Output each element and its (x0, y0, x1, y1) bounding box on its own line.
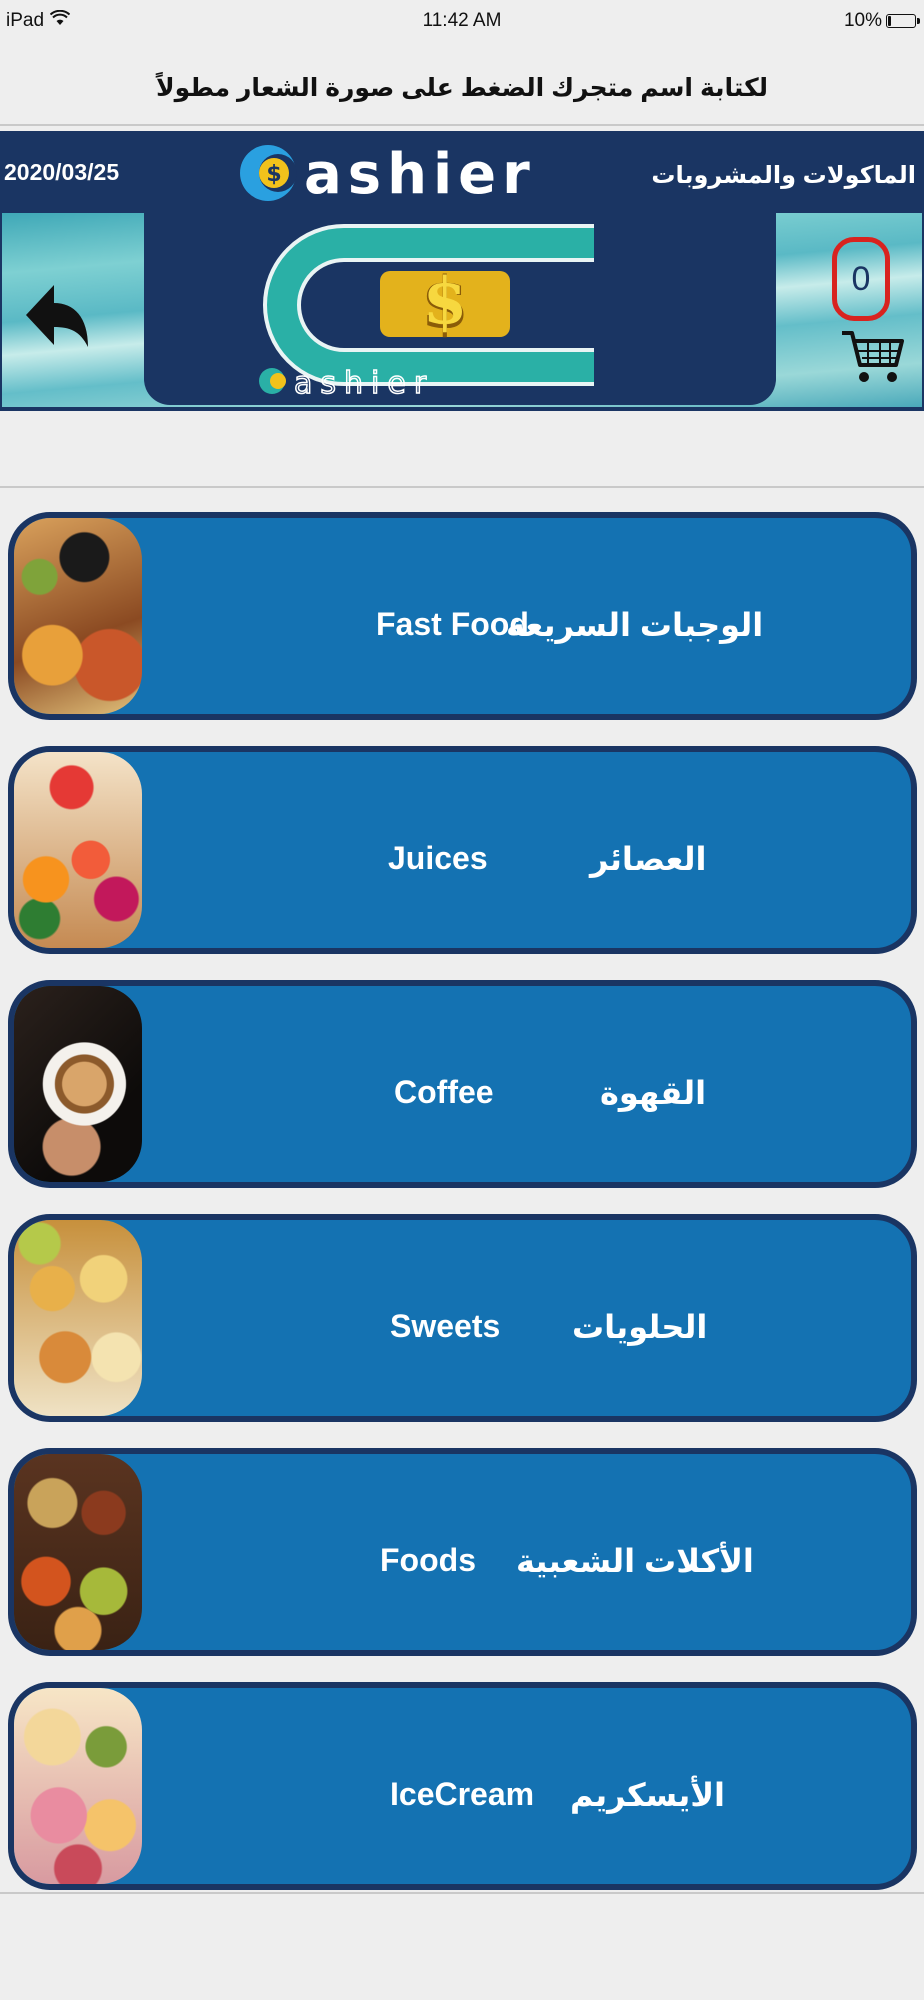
coffee-photo (14, 986, 142, 1182)
icecream-photo (14, 1688, 142, 1884)
cart-count-badge: 0 (832, 237, 890, 321)
header-bar: 2020/03/25 $ ashier الماكولات والمشروبات (0, 131, 924, 213)
battery-percent: 10% (843, 10, 882, 31)
clock: 11:42 AM (422, 10, 502, 31)
store-logo[interactable]: $ $ ashier (144, 213, 776, 405)
section-title: الماكولات والمشروبات (651, 162, 916, 189)
divider (0, 1892, 924, 1894)
category-fast-food[interactable]: Fast Food الوجبات السريعة (8, 512, 917, 720)
logo-text: ashier (304, 143, 536, 203)
foods-photo (14, 1454, 142, 1650)
category-label-ar: الحلويات (572, 1309, 708, 1345)
category-label-en: Coffee (394, 1074, 494, 1110)
cart-button[interactable]: 0 (830, 223, 904, 403)
svg-text:$: $ (266, 162, 281, 187)
date-label: 2020/03/25 (4, 159, 120, 185)
category-foods[interactable]: Foods الأكلات الشعبية (8, 1448, 917, 1656)
category-label-en: Sweets (390, 1308, 501, 1344)
category-label-en: Juices (388, 840, 488, 876)
category-label-ar: الأيسكريم (570, 1777, 725, 1813)
battery-icon (886, 14, 920, 28)
cashier-logo: $ ashier (240, 143, 536, 203)
category-coffee[interactable]: Coffee القهوة (8, 980, 917, 1188)
svg-text:$: $ (423, 264, 468, 339)
category-label-ar: القهوة (600, 1075, 707, 1111)
fast-food-photo (14, 518, 142, 714)
sweets-photo (14, 1220, 142, 1416)
store-name-hint: لكتابة اسم متجرك الضغط على صورة الشعار م… (155, 74, 769, 102)
banner: $ $ ashier 0 (0, 213, 924, 411)
category-juices[interactable]: Juices العصائر (8, 746, 917, 954)
category-label-en: Foods (380, 1542, 476, 1578)
logo-caption: ashier (294, 366, 434, 401)
status-bar: iPad 11:42 AM 10% (0, 0, 924, 44)
juices-photo (14, 752, 142, 948)
shopping-cart-icon (842, 331, 904, 382)
category-label-en: IceCream (390, 1776, 535, 1812)
divider (0, 486, 924, 488)
divider (0, 124, 924, 126)
category-label-ar: الوجبات السريعة (506, 607, 764, 643)
back-arrow-icon[interactable] (22, 275, 92, 355)
category-sweets[interactable]: Sweets الحلويات (8, 1214, 917, 1422)
category-icecream[interactable]: IceCream الأيسكريم (8, 1682, 917, 1890)
category-label-ar: العصائر (590, 841, 707, 877)
category-label-ar: الأكلات الشعبية (516, 1543, 754, 1579)
